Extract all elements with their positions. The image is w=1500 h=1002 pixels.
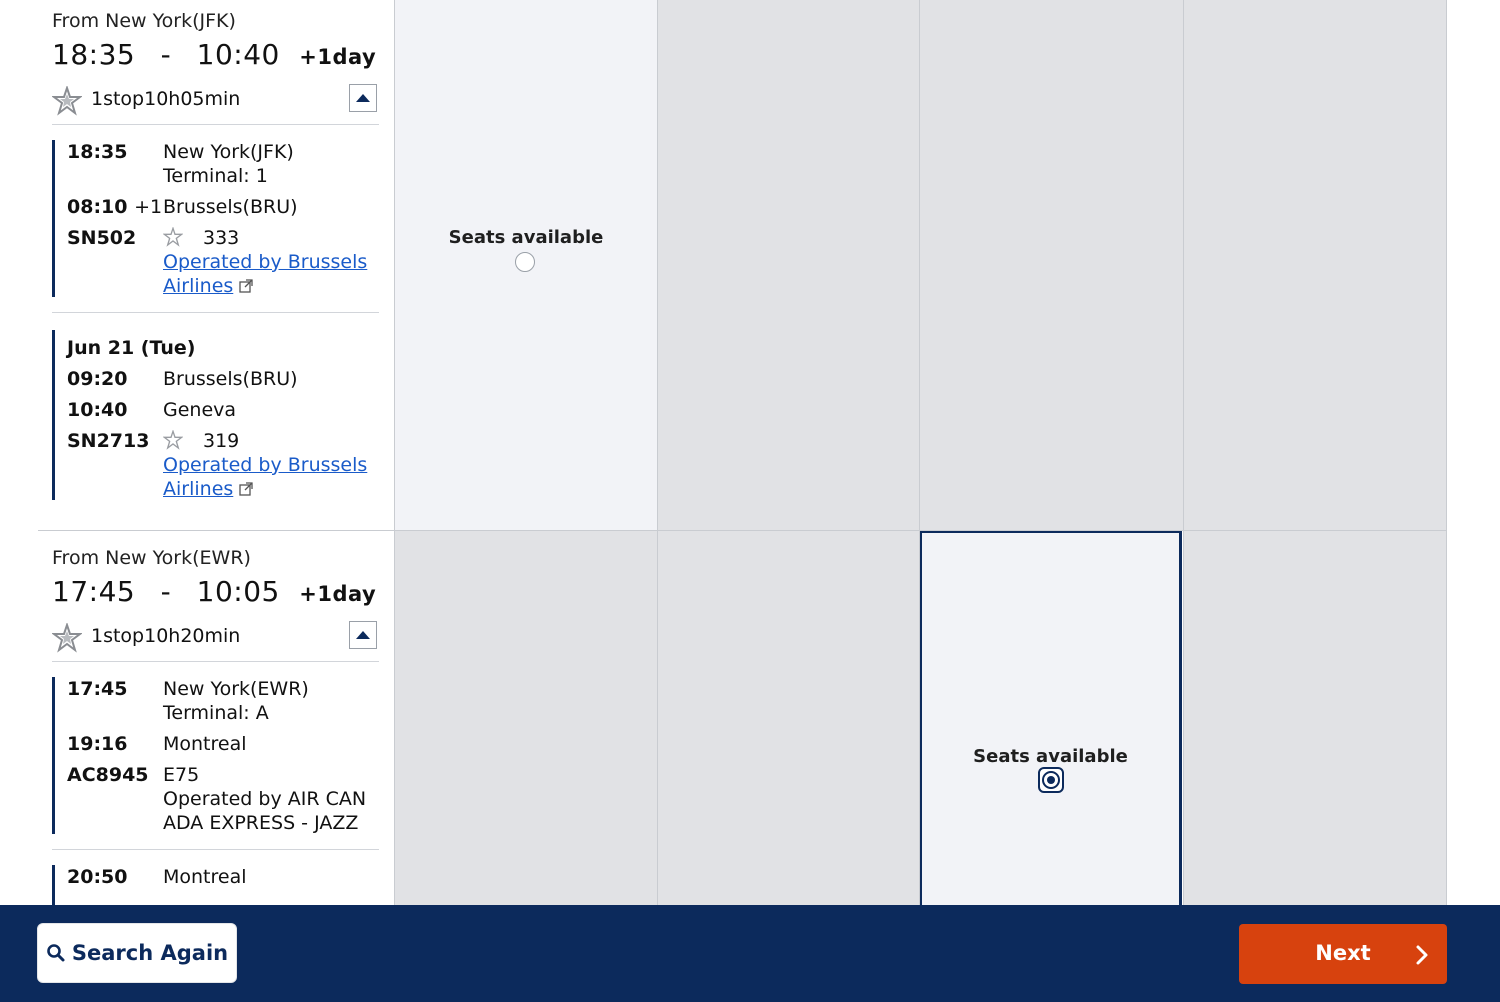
stop-summary: 1stop10h05min bbox=[91, 88, 241, 110]
segment-dep-place: New York(EWR) bbox=[163, 678, 309, 700]
depart-time: 17:45 bbox=[52, 575, 136, 608]
seats-available-label: Seats available bbox=[973, 746, 1128, 767]
arrive-time: 10:05 bbox=[196, 575, 280, 608]
fare-cell-r2-c4 bbox=[1184, 531, 1446, 905]
aircraft-type: 333 bbox=[203, 227, 240, 249]
collapse-toggle[interactable] bbox=[349, 84, 377, 112]
segment-arr-time: 08:10 +1 bbox=[67, 196, 163, 218]
depart-time: 18:35 bbox=[52, 38, 136, 71]
flight-results-page: Seats available Seats available From New… bbox=[0, 0, 1500, 1002]
origin-label: From New York(EWR) bbox=[52, 547, 251, 569]
segment-arr-place: Brussels(BRU) bbox=[163, 196, 298, 218]
segment-dep-time: 20:50 bbox=[67, 866, 128, 888]
segment-dep-place: New York(JFK) bbox=[163, 141, 294, 163]
chevron-up-icon bbox=[356, 94, 370, 102]
external-link-icon bbox=[239, 482, 253, 496]
segment-dep-time: 09:20 bbox=[67, 368, 128, 390]
aircraft-type: E75 bbox=[163, 764, 200, 786]
segment-dep-time: 17:45 bbox=[67, 678, 128, 700]
segment-arr-time: 10:40 bbox=[67, 399, 128, 421]
star-alliance-icon bbox=[162, 429, 184, 454]
fare-cell-r1-c2 bbox=[658, 0, 919, 530]
operated-by-text: Operated by AIR CAN ADA EXPRESS - JAZZ bbox=[163, 788, 367, 834]
day-offset: +1day bbox=[299, 45, 377, 69]
flight-times: 17:45 - 10:05 +1day bbox=[52, 575, 377, 608]
segment-dep-time: 18:35 bbox=[67, 141, 128, 163]
chevron-right-icon bbox=[1416, 945, 1428, 965]
stop-summary: 1stop10h20min bbox=[91, 625, 241, 647]
chevron-up-icon bbox=[356, 631, 370, 639]
segment-date: Jun 21 (Tue) bbox=[67, 337, 196, 359]
fare-cell-r1-c3 bbox=[920, 0, 1183, 530]
flight-number: SN2713 bbox=[67, 430, 150, 452]
fare-cell-r2-c2 bbox=[658, 531, 919, 905]
collapse-toggle[interactable] bbox=[349, 621, 377, 649]
day-offset: +1day bbox=[299, 582, 377, 606]
segment-arr-time: 19:16 bbox=[67, 733, 128, 755]
segment-terminal: Terminal: 1 bbox=[163, 165, 268, 187]
flight-number: AC8945 bbox=[67, 764, 149, 786]
fare-cell-r2-c1 bbox=[395, 531, 657, 905]
fare-radio[interactable] bbox=[515, 252, 535, 272]
star-alliance-icon bbox=[51, 84, 83, 120]
next-button[interactable]: Next bbox=[1239, 924, 1447, 984]
star-alliance-icon bbox=[162, 226, 184, 251]
search-again-label: Search Again bbox=[71, 941, 229, 965]
fare-cell-r1-c4 bbox=[1184, 0, 1446, 530]
aircraft-type: 319 bbox=[203, 430, 240, 452]
flight-card-2: From New York(EWR) 17:45 - 10:05 +1day 1… bbox=[51, 547, 382, 667]
fare-radio-selected[interactable] bbox=[1038, 767, 1064, 793]
seats-available-label: Seats available bbox=[448, 227, 604, 248]
segment-arr-place: Geneva bbox=[163, 399, 237, 421]
fare-cell-r2-c3-selected[interactable]: Seats available bbox=[919, 530, 1182, 908]
origin-label: From New York(JFK) bbox=[52, 10, 236, 32]
arrive-time: 10:40 bbox=[196, 38, 280, 71]
flight-times: 18:35 - 10:40 +1day bbox=[52, 38, 377, 71]
flight-number: SN502 bbox=[67, 227, 137, 249]
operated-by-link[interactable]: Operated by Brussels Airlines bbox=[163, 453, 367, 501]
star-alliance-icon bbox=[51, 621, 83, 657]
external-link-icon bbox=[239, 279, 253, 293]
fare-cell-r1-c1[interactable]: Seats available bbox=[395, 0, 657, 530]
segment-dep-place: Montreal bbox=[163, 866, 247, 888]
search-again-button[interactable]: Search Again bbox=[37, 923, 237, 983]
search-icon bbox=[47, 944, 65, 962]
bottom-action-bar: Search Again Next bbox=[0, 905, 1500, 1002]
segment-arr-place: Montreal bbox=[163, 733, 247, 755]
segment-terminal: Terminal: A bbox=[163, 702, 269, 724]
operated-by-link[interactable]: Operated by Brussels Airlines bbox=[163, 250, 367, 298]
segment-dep-place: Brussels(BRU) bbox=[163, 368, 298, 390]
